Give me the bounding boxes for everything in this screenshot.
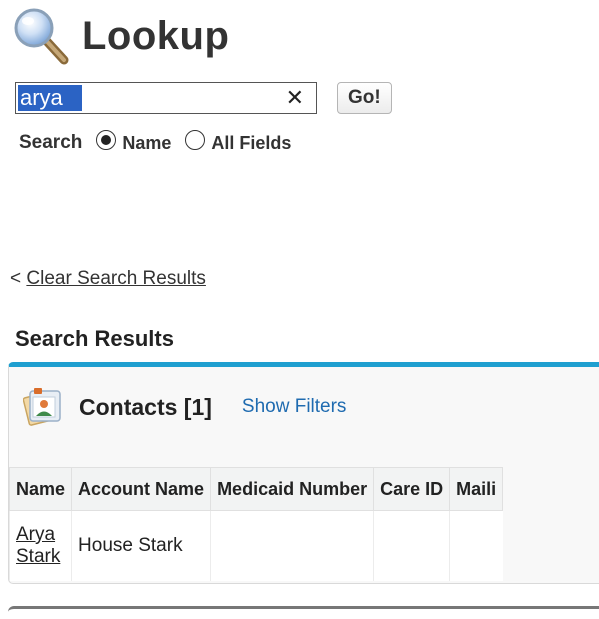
table-row: Arya Stark House Stark [8,510,503,581]
radio-name[interactable] [96,130,117,150]
contacts-icon [23,388,61,426]
clear-input-icon[interactable]: ✕ [286,85,304,111]
panel-title: Contacts [1] [79,393,212,420]
cell-account-name: House Stark [71,510,211,581]
panel-header: Contacts [1] Show Filters [23,385,346,429]
search-results-heading: Search Results [15,326,174,351]
column-header-account-name[interactable]: Account Name [71,467,212,511]
search-input[interactable] [18,85,82,111]
contact-last-name: Stark [16,546,61,567]
show-filters-link[interactable]: Show Filters [242,396,347,418]
contact-link[interactable]: Arya Stark [16,524,60,567]
radio-all-fields[interactable] [185,130,206,150]
cell-mailing [449,510,503,581]
contact-first-name: Arya [16,524,56,545]
column-header-mailing[interactable]: Maili [449,467,504,511]
column-header-name[interactable]: Name [8,467,73,511]
clear-search-results-link[interactable]: Clear Search Results [26,268,206,289]
cell-care-id [373,510,450,581]
cell-name: Arya Stark [8,510,72,581]
column-header-medicaid-number[interactable]: Medicaid Number [210,467,375,511]
column-header-care-id[interactable]: Care ID [373,467,451,511]
search-row: ✕ Go! [15,82,392,114]
clear-search-results: < Clear Search Results [10,268,206,290]
table-header-row: Name Account Name Medicaid Number Care I… [8,467,504,511]
results-table: Name Account Name Medicaid Number Care I… [8,467,504,581]
search-scope: Search Name All Fields [19,130,292,154]
go-button[interactable]: Go! [337,82,392,114]
search-box[interactable]: ✕ [15,82,317,114]
back-chevron: < [10,268,22,289]
next-panel-edge [8,606,599,619]
radio-name-label: Name [122,132,172,153]
cell-medicaid-number [210,510,374,581]
page-header: Lookup [12,6,229,66]
contacts-results-panel: Contacts [1] Show Filters Name Account N… [8,362,599,584]
search-scope-label: Search [19,132,83,153]
page-title: Lookup [82,13,230,58]
magnifier-icon [14,8,69,65]
radio-all-fields-label: All Fields [211,132,292,153]
